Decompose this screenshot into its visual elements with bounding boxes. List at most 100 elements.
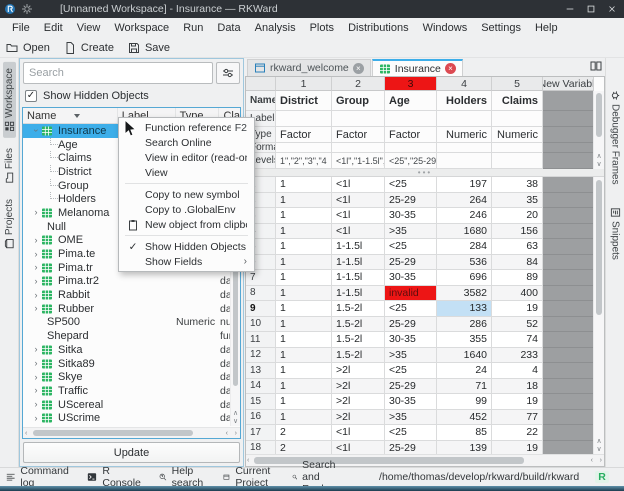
data-cell[interactable]: 452 xyxy=(437,410,492,426)
column-header-3[interactable]: 3 xyxy=(385,77,437,91)
menu-edit[interactable]: Edit xyxy=(38,20,69,36)
context-menu-item-show-fields[interactable]: Show Fields› xyxy=(119,254,254,269)
data-cell[interactable]: 19 xyxy=(492,394,543,410)
row-header[interactable]: 15 xyxy=(246,394,276,410)
row-header[interactable]: 17 xyxy=(246,425,276,441)
tree-column-name[interactable]: Name xyxy=(23,108,118,123)
row-header[interactable]: 8 xyxy=(246,286,276,302)
data-cell[interactable]: 139 xyxy=(437,441,492,455)
column-header-5[interactable]: 5 xyxy=(492,77,543,91)
row-header[interactable]: 16 xyxy=(246,410,276,426)
data-cell[interactable]: 233 xyxy=(492,348,543,364)
meta-cell[interactable]: District xyxy=(276,91,332,111)
expand-icon[interactable]: › xyxy=(31,236,41,245)
data-cell-new-variable[interactable] xyxy=(543,317,594,333)
menu-help[interactable]: Help xyxy=(529,20,564,36)
expand-icon[interactable]: › xyxy=(31,359,41,368)
data-cell[interactable]: 63 xyxy=(492,239,543,255)
context-menu-item-copy-to-globalenv[interactable]: Copy to .GlobalEnv xyxy=(119,202,254,217)
tree-item-sitka[interactable]: ›Sitkadat xyxy=(23,343,240,357)
meta-cell-new-variable[interactable] xyxy=(543,111,594,127)
dock-tab-files[interactable]: Files xyxy=(3,142,16,189)
menu-distributions[interactable]: Distributions xyxy=(342,20,415,36)
tab-close-icon[interactable]: × xyxy=(353,63,364,74)
meta-cell[interactable] xyxy=(385,143,437,153)
data-cell[interactable]: 1 xyxy=(276,348,332,364)
column-header-2[interactable]: 2 xyxy=(332,77,385,91)
meta-cell[interactable] xyxy=(437,143,492,153)
meta-cell[interactable]: <1l","1-1.5l",... xyxy=(332,153,385,169)
data-cell[interactable]: 1.5-2l xyxy=(332,348,385,364)
column-header-#New Variablet[interactable]: #New Variablet xyxy=(543,77,594,91)
data-cell[interactable]: 25-29 xyxy=(385,317,437,333)
row-header[interactable]: 13 xyxy=(246,363,276,379)
data-cell[interactable]: 3582 xyxy=(437,286,492,302)
data-cell[interactable]: 20 xyxy=(492,208,543,224)
data-cell[interactable]: 400 xyxy=(492,286,543,302)
meta-cell[interactable]: Numeric xyxy=(492,127,543,143)
filter-button[interactable] xyxy=(216,62,240,84)
row-header[interactable]: 9 xyxy=(246,301,276,317)
data-cell[interactable]: <25 xyxy=(385,239,437,255)
data-cell-new-variable[interactable] xyxy=(543,270,594,286)
data-cell[interactable]: 1 xyxy=(276,286,332,302)
expand-icon[interactable]: › xyxy=(31,304,41,313)
toolbar-save-button[interactable]: Save xyxy=(128,42,170,54)
data-cell[interactable]: >2l xyxy=(332,394,385,410)
meta-cell[interactable]: 1","2","3","4 xyxy=(276,153,332,169)
data-cell[interactable]: 1-1.5l xyxy=(332,270,385,286)
tab-insurance[interactable]: Insurance× xyxy=(372,59,463,76)
data-cell[interactable]: 1.5-2l xyxy=(332,317,385,333)
data-cell-new-variable[interactable] xyxy=(543,193,594,209)
data-cell[interactable]: 286 xyxy=(437,317,492,333)
meta-vertical-scrollbar[interactable]: ∧∨ xyxy=(593,91,604,169)
meta-cell[interactable]: <25","25-29"... xyxy=(385,153,437,169)
dock-tab-workspace[interactable]: Workspace xyxy=(3,62,16,138)
data-cell[interactable]: 1 xyxy=(276,224,332,240)
row-header[interactable]: 7 xyxy=(246,270,276,286)
data-cell[interactable]: 246 xyxy=(437,208,492,224)
meta-cell[interactable]: Claims xyxy=(492,91,543,111)
data-cell[interactable]: 2 xyxy=(276,441,332,455)
data-cell-new-variable[interactable] xyxy=(543,286,594,302)
meta-cell[interactable] xyxy=(437,111,492,127)
meta-cell[interactable] xyxy=(332,143,385,153)
meta-cell[interactable] xyxy=(492,143,543,153)
data-cell[interactable]: 1-1.5l xyxy=(332,255,385,271)
meta-cell[interactable] xyxy=(276,111,332,127)
expand-icon[interactable]: › xyxy=(31,345,41,354)
context-menu-item-function-reference[interactable]: Function referenceF2 xyxy=(119,120,254,135)
data-cell[interactable]: 1 xyxy=(276,177,332,193)
data-cell[interactable]: 89 xyxy=(492,270,543,286)
data-cell[interactable]: 74 xyxy=(492,332,543,348)
data-cell[interactable]: 1 xyxy=(276,193,332,209)
tree-item-uscereal[interactable]: ›UScerealdat xyxy=(23,398,240,412)
data-cell[interactable]: 1680 xyxy=(437,224,492,240)
expand-icon[interactable]: › xyxy=(31,386,41,395)
context-menu-item-search-online[interactable]: Search Online xyxy=(119,135,254,150)
menu-settings[interactable]: Settings xyxy=(475,20,527,36)
data-cell[interactable]: <25 xyxy=(385,363,437,379)
data-cell[interactable]: 18 xyxy=(492,379,543,395)
data-cell[interactable]: 30-35 xyxy=(385,208,437,224)
data-cell[interactable]: <1l xyxy=(332,224,385,240)
toolbar-open-button[interactable]: Open xyxy=(6,42,50,54)
data-cell[interactable]: 1-1.5l xyxy=(332,286,385,302)
menu-view[interactable]: View xyxy=(71,20,107,36)
update-button[interactable]: Update xyxy=(23,442,240,463)
meta-cell[interactable] xyxy=(276,143,332,153)
context-menu-item-new-object-from-clipboard[interactable]: New object from clipboard xyxy=(119,217,254,232)
data-cell[interactable]: >35 xyxy=(385,224,437,240)
expand-icon[interactable]: › xyxy=(31,250,41,259)
data-cell-new-variable[interactable] xyxy=(543,301,594,317)
data-cell[interactable]: 84 xyxy=(492,255,543,271)
row-header[interactable]: 11 xyxy=(246,332,276,348)
context-menu-item-copy-to-new-symbol[interactable]: Copy to new symbol xyxy=(119,187,254,202)
tree-item-sp500[interactable]: SP500Numericnu xyxy=(23,316,240,330)
meta-cell[interactable]: Holders xyxy=(437,91,492,111)
expand-icon[interactable]: › xyxy=(31,208,41,217)
data-cell[interactable]: 1 xyxy=(276,301,332,317)
data-cell[interactable]: <25 xyxy=(385,177,437,193)
context-menu-item-view-in-editor-read-only-[interactable]: View in editor (read-only) xyxy=(119,150,254,165)
data-cell[interactable]: 1 xyxy=(276,270,332,286)
